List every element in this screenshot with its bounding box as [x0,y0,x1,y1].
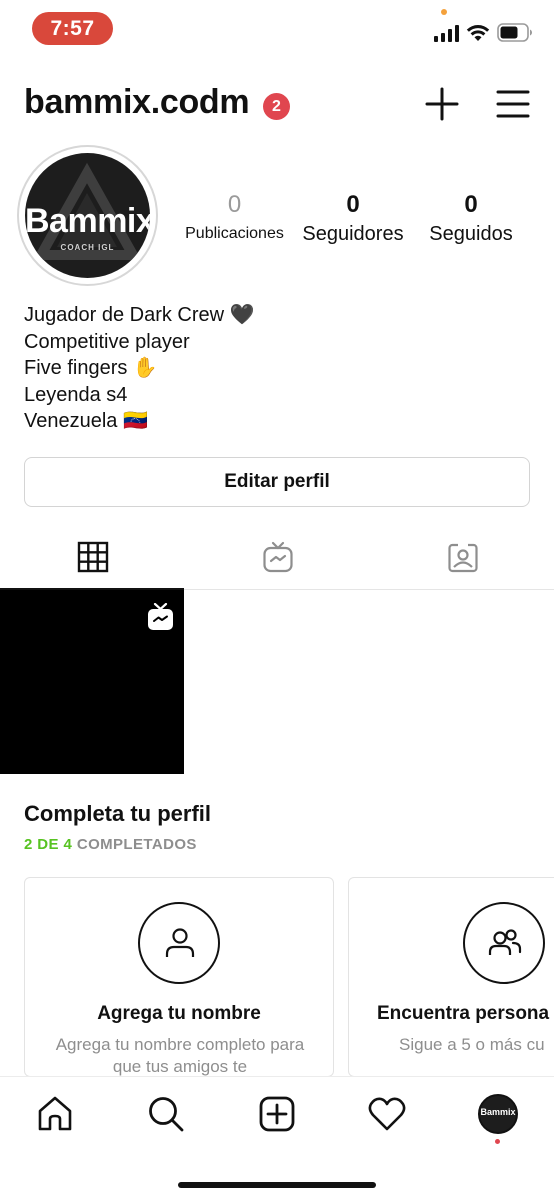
stat-seguidores[interactable]: 0 Seguidores [296,188,410,246]
progress-label: COMPLETADOS [72,836,197,853]
person-icon [165,928,195,957]
profile-avatar-ring[interactable]: Bammix COACH IGL [17,145,158,286]
bio-line: Five fingers ✋ [24,357,158,379]
battery-icon [497,23,532,42]
nav-profile-avatar[interactable]: Bammix [478,1094,518,1134]
grid-icon [77,541,109,573]
bio-line: Competitive player [24,330,190,353]
card-icon-circle [138,902,220,984]
cellular-signal-icon [434,25,459,42]
card-find-people[interactable]: Encuentra persona Sigue a 5 o más cu [348,877,554,1077]
card-description: Sigue a 5 o más cu [399,1035,545,1054]
nav-home[interactable] [35,1094,75,1134]
tab-grid[interactable] [0,530,184,590]
card-description: Agrega tu nombre completo para que tus a… [55,1035,305,1076]
nav-create[interactable] [257,1094,297,1134]
tab-tagged[interactable] [370,530,554,590]
stat-value: 0 [346,191,360,218]
profile-avatar[interactable]: Bammix COACH IGL [25,153,150,278]
stat-value: 0 [464,191,478,218]
search-icon [149,1097,184,1132]
post-thumbnail[interactable] [0,590,184,774]
heart-icon [368,1097,406,1131]
progress-count: 2 DE 4 [24,836,73,853]
status-bar: 7:57 [0,0,554,58]
profile-header: bammix.codm 2 [0,80,554,132]
create-icon [259,1096,295,1132]
complete-profile-title: Completa tu perfil [24,801,212,826]
bio-line: Jugador de Dark Crew 🖤 [24,304,255,326]
profile-tabs [0,530,554,590]
card-add-name[interactable]: Agrega tu nombre Agrega tu nombre comple… [24,877,334,1077]
avatar-logo-subtext: COACH IGL [60,243,115,252]
card-title: Agrega tu nombre [97,1003,261,1024]
nav-activity[interactable] [367,1094,407,1134]
card-icon-circle [463,902,545,984]
stat-seguidos[interactable]: 0 Seguidos [420,188,522,246]
stat-label: Seguidores [302,223,404,245]
home-icon [38,1096,72,1131]
profile-username[interactable]: bammix.codm [24,83,250,122]
stat-value: 0 [227,191,242,218]
privacy-indicator-dot [441,9,447,15]
stat-publicaciones: 0 Publicaciones [178,188,291,246]
bottom-navigation: Bammix [0,1076,554,1200]
nav-avatar-text: Bammix [480,1107,516,1117]
card-title: Encuentra persona [377,1003,550,1024]
stat-label: Seguidos [429,223,513,245]
igtv-post-icon [148,603,173,630]
bio-line: Leyenda s4 [24,383,128,406]
edit-profile-button[interactable]: Editar perfil [24,457,530,507]
tagged-icon [448,543,478,573]
profile-notification-dot [495,1139,500,1144]
home-indicator[interactable] [178,1182,376,1188]
plus-icon[interactable] [424,86,460,122]
people-icon [488,929,522,955]
nav-search[interactable] [146,1094,186,1134]
bio-line: Venezuela 🇻🇪 [24,410,148,432]
stat-label: Publicaciones [185,225,284,242]
hamburger-menu-icon[interactable] [495,87,531,121]
igtv-icon [263,541,293,573]
avatar-logo-text: Bammix [25,202,150,240]
complete-profile-progress: 2 DE 4 COMPLETADOS [24,836,197,853]
tab-igtv[interactable] [185,530,369,590]
wifi-icon [466,25,490,41]
status-time: 7:57 [32,12,113,45]
profile-bio: Jugador de Dark Crew 🖤 Competitive playe… [24,302,524,435]
notification-badge: 2 [263,93,290,120]
